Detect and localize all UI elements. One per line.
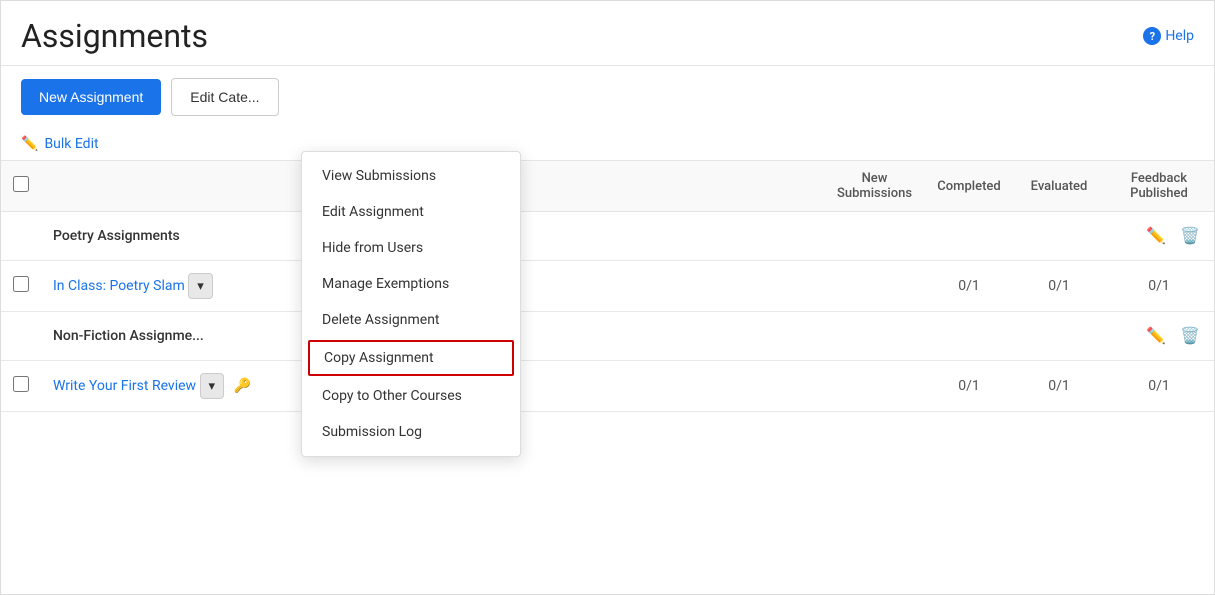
category-nf-evaluated (1014, 312, 1104, 361)
delete-category-button[interactable]: 🗑️ (1178, 224, 1202, 248)
page-container: Assignments ? Help New Assignment Edit C… (0, 0, 1215, 595)
category-nf-new-sub (825, 312, 924, 361)
context-menu-delete-assignment[interactable]: Delete Assignment (302, 302, 520, 338)
context-menu-hide-from-users[interactable]: Hide from Users (302, 230, 520, 266)
delete-nf-category-button[interactable]: 🗑️ (1178, 324, 1202, 348)
table-row: Poetry Assignments ✏️ 🗑️ (1, 212, 1214, 261)
table-row: Write Your First Review ▾ 🔑 0/1 0/1 0/1 (1, 361, 1214, 412)
assignment-link[interactable]: In Class: Poetry Slam (53, 278, 185, 294)
pencil-icon: ✏️ (21, 136, 38, 152)
row-checkbox[interactable] (13, 276, 29, 292)
help-circle-icon: ? (1143, 27, 1161, 45)
edit-nf-category-button[interactable]: ✏️ (1144, 324, 1168, 348)
col-evaluated: Evaluated (1014, 161, 1104, 212)
key-icon: 🔑 (234, 378, 251, 394)
row-review-completed: 0/1 (924, 361, 1014, 412)
context-menu-copy-to-other-courses[interactable]: Copy to Other Courses (302, 378, 520, 414)
row-review-new-sub (825, 361, 924, 412)
category-nf-actions: ✏️ 🗑️ (1104, 312, 1214, 361)
row-feedback: 0/1 (1104, 261, 1214, 312)
bulk-edit-row[interactable]: ✏️ Bulk Edit (1, 128, 1214, 160)
help-link[interactable]: ? Help (1143, 27, 1194, 45)
toolbar: New Assignment Edit Cate... (1, 66, 1214, 128)
select-all-checkbox[interactable] (13, 176, 29, 192)
context-menu-submission-log[interactable]: Submission Log (302, 414, 520, 450)
category-nf-completed (924, 312, 1014, 361)
edit-category-button[interactable]: ✏️ (1144, 224, 1168, 248)
row-evaluated: 0/1 (1014, 261, 1104, 312)
category-completed (924, 212, 1014, 261)
row-checkbox-cell-review (1, 361, 41, 412)
table-header-row: New Submissions Completed Evaluated Feed… (1, 161, 1214, 212)
category-evaluated (1014, 212, 1104, 261)
assignment-dropdown-button[interactable]: ▾ (188, 273, 213, 299)
category-checkbox-cell (1, 212, 41, 261)
context-menu-edit-assignment[interactable]: Edit Assignment (302, 194, 520, 230)
category-label: Poetry Assignments (53, 228, 180, 244)
category-new-sub (825, 212, 924, 261)
page-title: Assignments (21, 17, 208, 55)
assignment-link-review[interactable]: Write Your First Review (53, 378, 196, 394)
category-checkbox-cell-nf (1, 312, 41, 361)
category-label-nf: Non-Fiction Assignme... (53, 328, 204, 344)
col-checkbox (1, 161, 41, 212)
row-review-feedback: 0/1 (1104, 361, 1214, 412)
table-row: Non-Fiction Assignme... ✏️ 🗑️ (1, 312, 1214, 361)
category-actions: ✏️ 🗑️ (1104, 212, 1214, 261)
col-new-submissions: New Submissions (825, 161, 924, 212)
table-row: In Class: Poetry Slam ▾ 0/1 0/1 0/1 (1, 261, 1214, 312)
col-completed: Completed (924, 161, 1014, 212)
context-menu: View Submissions Edit Assignment Hide fr… (301, 151, 521, 457)
row-completed: 0/1 (924, 261, 1014, 312)
col-feedback-published: FeedbackPublished (1104, 161, 1214, 212)
header: Assignments ? Help (1, 1, 1214, 66)
edit-categories-button[interactable]: Edit Cate... (171, 78, 278, 116)
new-assignment-button[interactable]: New Assignment (21, 79, 161, 115)
row-checkbox-cell (1, 261, 41, 312)
context-menu-manage-exemptions[interactable]: Manage Exemptions (302, 266, 520, 302)
row-checkbox-review[interactable] (13, 376, 29, 392)
assignments-table: New Submissions Completed Evaluated Feed… (1, 160, 1214, 412)
context-menu-view-submissions[interactable]: View Submissions (302, 158, 520, 194)
row-review-evaluated: 0/1 (1014, 361, 1104, 412)
assignment-dropdown-button-review[interactable]: ▾ (200, 373, 225, 399)
context-menu-copy-assignment[interactable]: Copy Assignment (308, 340, 514, 376)
row-new-sub (825, 261, 924, 312)
help-label: Help (1165, 28, 1194, 44)
bulk-edit-label: Bulk Edit (44, 136, 98, 152)
